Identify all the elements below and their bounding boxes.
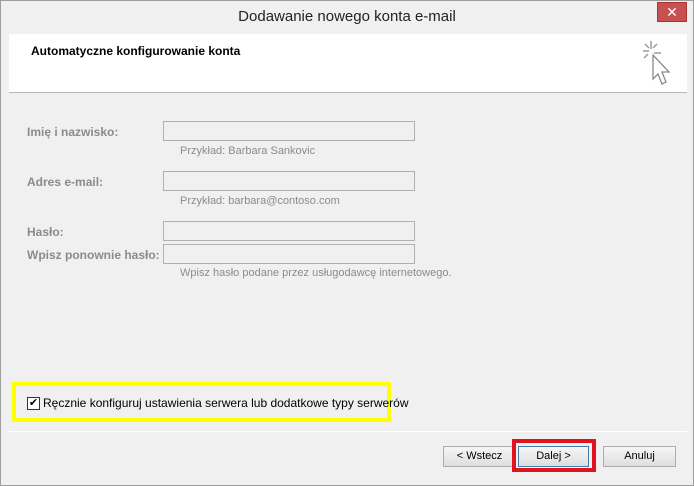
password-hint: Wpisz hasło podane przez usługodawcę int…: [180, 267, 452, 279]
name-field[interactable]: [163, 121, 415, 141]
password-confirm-label: Wpisz ponownie hasło:: [27, 248, 160, 262]
back-button[interactable]: < Wstecz: [443, 446, 516, 467]
email-field[interactable]: [163, 171, 415, 191]
manual-config-label[interactable]: Ręcznie konfiguruj ustawienia serwera lu…: [43, 396, 409, 410]
next-button[interactable]: Dalej >: [518, 446, 589, 467]
password-label: Hasło:: [27, 225, 64, 239]
cancel-button[interactable]: Anuluj: [603, 446, 676, 467]
password-field[interactable]: [163, 221, 415, 241]
wizard-header: Automatyczne konfigurowanie konta: [9, 34, 687, 93]
password-confirm-field[interactable]: [163, 244, 415, 264]
email-hint: Przykład: barbara@contoso.com: [180, 195, 340, 207]
dialog-window: Dodawanie nowego konta e-mail ✕ Automaty…: [0, 0, 694, 486]
footer-divider: [9, 431, 687, 432]
cursor-sparkle-icon: [643, 41, 671, 85]
name-hint: Przykład: Barbara Sankovic: [180, 145, 316, 157]
window-title: Dodawanie nowego konta e-mail: [238, 8, 456, 25]
manual-config-checkbox[interactable]: ✔: [27, 397, 40, 410]
close-button[interactable]: ✕: [657, 2, 687, 22]
email-label: Adres e-mail:: [27, 175, 104, 189]
title-bar: Dodawanie nowego konta e-mail ✕: [1, 1, 693, 34]
name-label: Imię i nazwisko:: [27, 125, 119, 139]
page-title: Automatyczne konfigurowanie konta: [31, 44, 241, 58]
